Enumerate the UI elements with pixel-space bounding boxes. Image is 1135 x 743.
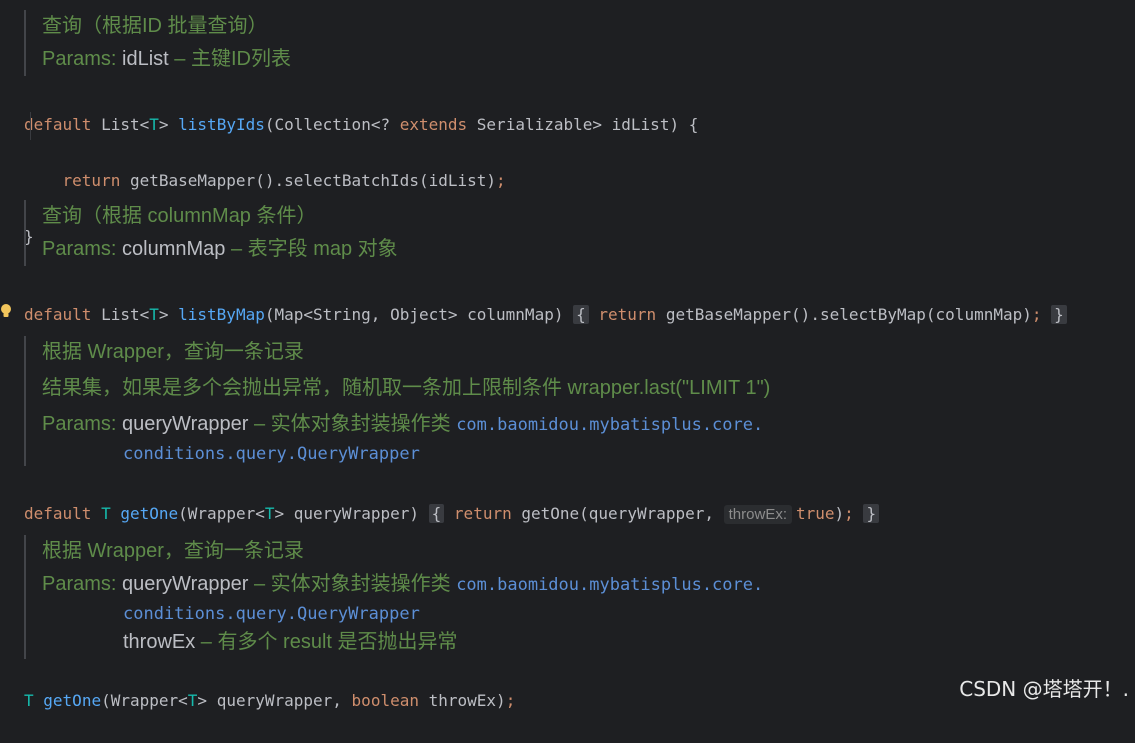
class-link[interactable]: com.baomidou.mybatisplus.core. bbox=[456, 575, 763, 595]
code-get-one-throw[interactable]: T getOne(Wrapper<T> queryWrapper, boolea… bbox=[24, 659, 515, 743]
method-name[interactable]: listByMap bbox=[178, 305, 265, 324]
doc-summary: 查询（根据ID 批量查询） bbox=[42, 15, 268, 37]
doc-summary: 根据 Wrapper，查询一条记录 bbox=[42, 341, 304, 363]
doc-summary: 根据 Wrapper，查询一条记录 bbox=[42, 540, 304, 562]
class-link[interactable]: conditions.query.QueryWrapper bbox=[123, 444, 420, 464]
code-line[interactable]: default List<T> listByMap(Map<String, Ob… bbox=[24, 301, 1067, 329]
folded-brace-close[interactable]: } bbox=[1051, 305, 1067, 324]
code-line[interactable]: default List<T> listByIds(Collection<? e… bbox=[24, 111, 698, 139]
method-name[interactable]: listByIds bbox=[178, 115, 265, 134]
javadoc-list-by-map: 查询（根据 columnMap 条件） Params: columnMap – … bbox=[24, 200, 398, 266]
method-name[interactable]: getOne bbox=[120, 504, 178, 523]
javadoc-get-one-throw: 根据 Wrapper，查询一条记录 Params: queryWrapper –… bbox=[24, 535, 763, 659]
javadoc-get-one: 根据 Wrapper，查询一条记录 结果集，如果是多个会抛出异常，随机取一条加上… bbox=[24, 336, 770, 466]
javadoc-list-by-ids: 查询（根据ID 批量查询） Params: idList – 主键ID列表 bbox=[24, 10, 291, 76]
code-line[interactable]: T getOne(Wrapper<T> queryWrapper, boolea… bbox=[24, 687, 515, 715]
doc-params: Params: queryWrapper – 实体对象封装操作类 com.bao… bbox=[42, 413, 764, 435]
param-name: idList bbox=[122, 48, 169, 70]
class-link[interactable]: com.baomidou.mybatisplus.core. bbox=[456, 415, 763, 435]
doc-detail: 结果集，如果是多个会抛出异常，随机取一条加上限制条件 wrapper.last(… bbox=[42, 377, 771, 399]
watermark: CSDN @塔塔开！. bbox=[959, 677, 1129, 701]
class-link[interactable]: conditions.query.QueryWrapper bbox=[123, 604, 420, 624]
doc-params: Params: queryWrapper – 实体对象封装操作类 com.bao… bbox=[42, 573, 764, 595]
method-name[interactable]: getOne bbox=[43, 691, 101, 710]
folded-brace-open[interactable]: { bbox=[428, 504, 445, 523]
doc-params: Params: idList – 主键ID列表 bbox=[42, 43, 291, 76]
folded-brace-close[interactable]: } bbox=[863, 504, 880, 523]
code-line[interactable]: return getBaseMapper().selectBatchIds(id… bbox=[24, 167, 698, 195]
doc-param-2: throwEx – 有多个 result 是否抛出异常 bbox=[123, 631, 458, 653]
param-desc: – 主键ID列表 bbox=[168, 48, 291, 70]
folded-brace-open[interactable]: { bbox=[573, 305, 589, 324]
code-line[interactable]: default T getOne(Wrapper<T> queryWrapper… bbox=[24, 500, 880, 529]
doc-params: Params: columnMap – 表字段 map 对象 bbox=[42, 238, 398, 260]
params-label: Params: bbox=[42, 48, 117, 70]
indent-guide bbox=[30, 112, 31, 140]
doc-summary: 查询（根据 columnMap 条件） bbox=[42, 205, 317, 227]
lightbulb-icon[interactable] bbox=[0, 304, 12, 318]
parameter-hint: throwEx: bbox=[723, 505, 792, 524]
